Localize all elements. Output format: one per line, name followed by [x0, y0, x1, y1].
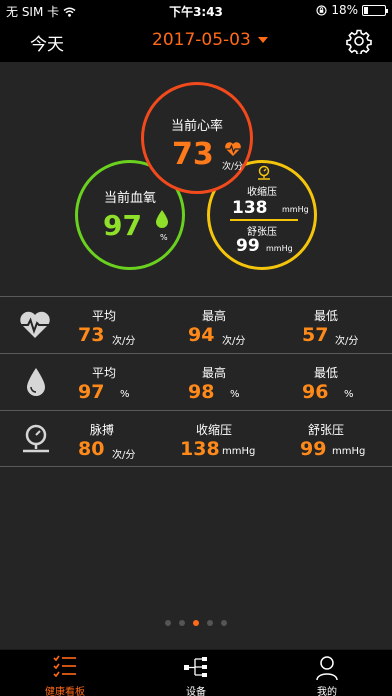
date-selector[interactable]: 2017-05-03: [152, 30, 251, 50]
drop-icon: [27, 368, 45, 396]
summary-circles: 当前血氧 97 % 收缩压 138 mmHg 舒张压 99 mmHg 当前心率 …: [0, 62, 392, 298]
blood-pressure-stats-row: 脉搏 80 次/分 收缩压 138 mmHg 舒张压 99 mmHg: [0, 410, 392, 467]
stat-value: 73: [78, 324, 105, 346]
oxygen-label: 当前血氧: [103, 191, 156, 206]
rotation-lock-icon: [316, 4, 327, 16]
oxygen-unit: %: [160, 233, 168, 242]
checklist-icon: [53, 655, 76, 678]
stat-value: 94: [188, 324, 215, 346]
stat-value: 96: [302, 381, 329, 403]
chevron-down-icon[interactable]: [258, 37, 268, 43]
stat-value: 98: [188, 381, 215, 403]
stat-value: 97: [78, 381, 105, 403]
page-dot[interactable]: [179, 620, 185, 626]
tab-devices-label: 设备: [186, 687, 206, 696]
heart-rate-circle: 当前心率 73 次/分: [141, 82, 253, 194]
page-dot-active[interactable]: [193, 620, 199, 626]
heart-pulse-icon: [225, 142, 241, 156]
stat-header: 舒张压: [308, 423, 345, 437]
tab-profile-label: 我的: [317, 687, 337, 696]
stat-header: 平均: [92, 309, 117, 323]
stat-unit: 次/分: [112, 450, 136, 461]
tab-dashboard-label: 健康看板: [45, 687, 85, 696]
drop-icon: [156, 210, 168, 228]
stat-unit: 次/分: [112, 336, 136, 347]
diastolic-value: 99: [236, 236, 260, 256]
nav-bar: 今天 2017-05-03: [0, 20, 392, 62]
page-title: 今天: [30, 35, 64, 55]
tab-dashboard[interactable]: 健康看板: [0, 650, 130, 696]
stat-unit: mmHg: [222, 446, 256, 457]
person-icon: [316, 656, 338, 681]
blood-oxygen-stats-row: 平均 97 % 最高 98 % 最低 96 %: [0, 353, 392, 410]
systolic-unit: mmHg: [282, 205, 309, 214]
blood-pressure-gauge-icon: [258, 165, 270, 180]
page-dot[interactable]: [221, 620, 227, 626]
stat-value: 80: [78, 438, 105, 460]
pressure-divider: [230, 219, 298, 221]
diastolic-unit: mmHg: [266, 244, 293, 253]
page-dot[interactable]: [207, 620, 213, 626]
stat-unit: %: [344, 389, 354, 400]
stat-header: 脉搏: [90, 423, 115, 437]
heart-rate-label: 当前心率: [170, 119, 223, 134]
stat-value: 57: [302, 324, 329, 346]
stat-header: 最低: [314, 309, 339, 323]
tab-bar: 健康看板 设备 我的: [0, 649, 392, 696]
stat-unit: %: [230, 389, 240, 400]
battery-percent: 18%: [331, 3, 358, 17]
blood-pressure-gauge-icon: [23, 424, 49, 453]
status-bar: 无 SIM 卡 下午3:43 18%: [0, 0, 392, 20]
stats-table: 平均 73 次/分 最高 94 次/分 最低 57 次/分 平均 97 % 最高…: [0, 296, 392, 467]
stat-unit: %: [120, 389, 130, 400]
stat-header: 最高: [202, 309, 227, 323]
heart-rate-stats-row: 平均 73 次/分 最高 94 次/分 最低 57 次/分: [0, 296, 392, 353]
tab-devices[interactable]: 设备: [131, 650, 261, 696]
stat-value: 99: [300, 438, 327, 460]
stat-unit: mmHg: [332, 446, 366, 457]
oxygen-value: 97: [103, 209, 142, 242]
stat-header: 平均: [92, 366, 117, 380]
heart-rate-value: 73: [172, 137, 214, 172]
diastolic-label: 舒张压: [247, 227, 277, 238]
device-tree-icon: [184, 657, 207, 677]
stat-header: 收缩压: [196, 423, 233, 437]
stat-unit: 次/分: [335, 336, 359, 347]
systolic-value: 138: [232, 198, 268, 218]
heart-pulse-icon: [20, 311, 50, 338]
stat-unit: 次/分: [222, 336, 246, 347]
stat-value: 138: [180, 438, 220, 460]
battery-icon: [362, 4, 388, 16]
page-indicator[interactable]: [0, 620, 392, 626]
heart-rate-unit: 次/分: [222, 162, 244, 172]
stat-header: 最高: [202, 366, 227, 380]
page-dot[interactable]: [165, 620, 171, 626]
tab-profile[interactable]: 我的: [262, 650, 392, 696]
gear-icon[interactable]: [346, 28, 372, 54]
stat-header: 最低: [314, 366, 339, 380]
